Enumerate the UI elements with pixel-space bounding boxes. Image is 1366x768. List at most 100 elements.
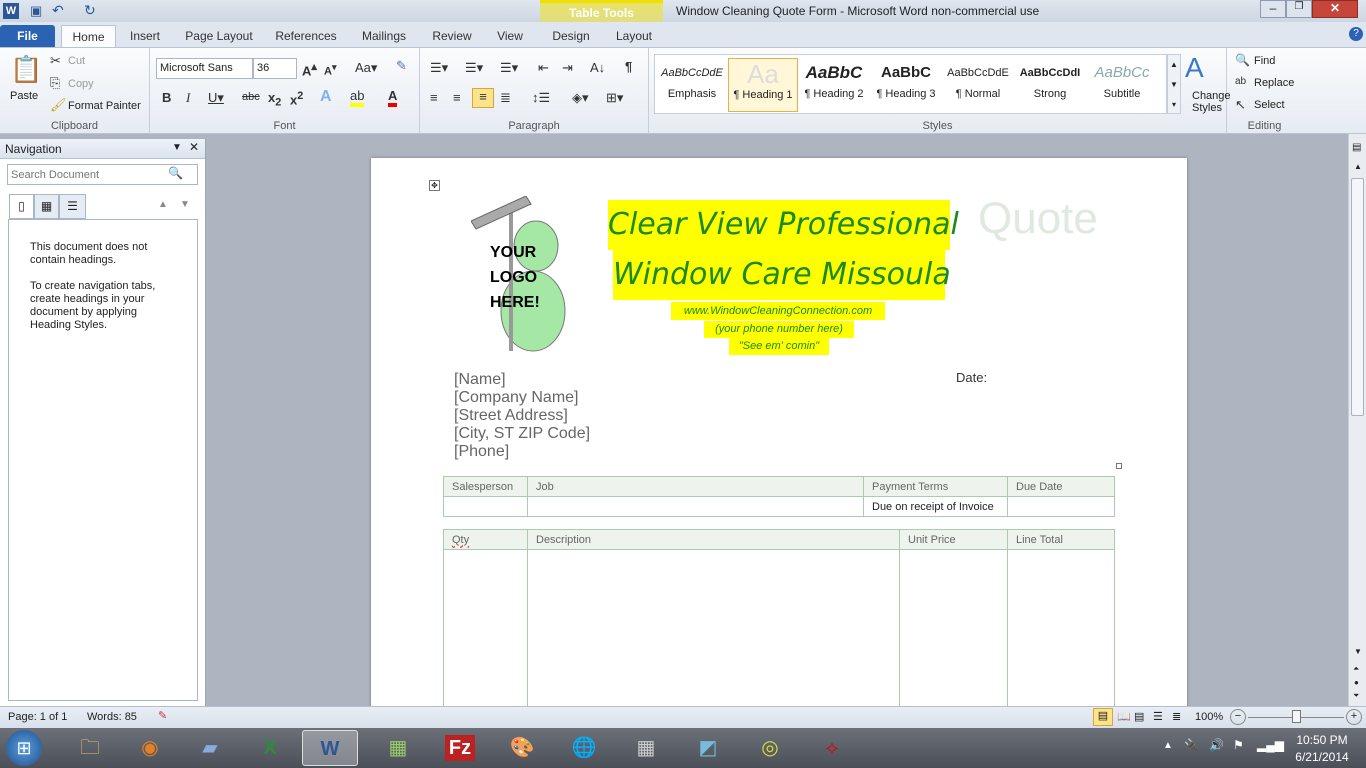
results-tab[interactable]: ☰: [59, 194, 86, 219]
font-name-select[interactable]: Microsoft Sans: [156, 58, 253, 79]
word-count[interactable]: Words: 85: [87, 711, 137, 723]
filezilla-taskbar-icon[interactable]: Fz: [432, 730, 488, 766]
tab-mailings[interactable]: Mailings: [352, 25, 416, 47]
font-size-select[interactable]: 36: [253, 58, 297, 79]
tab-page-layout[interactable]: Page Layout: [180, 25, 258, 47]
scroll-thumb[interactable]: [1351, 178, 1364, 416]
cut-button[interactable]: Cut: [68, 55, 85, 67]
tab-review[interactable]: Review: [426, 25, 478, 47]
copy-button[interactable]: Copy: [68, 78, 94, 90]
change-styles-icon[interactable]: A: [1185, 52, 1204, 84]
show-marks-icon[interactable]: ¶: [625, 59, 632, 74]
address-city[interactable]: [City, ST ZIP Code]: [454, 425, 590, 443]
pane-options-icon[interactable]: ▼: [172, 142, 182, 153]
excel-taskbar-icon[interactable]: X: [242, 730, 298, 766]
cell-due-date[interactable]: [1007, 496, 1115, 517]
save-icon[interactable]: ▣: [30, 3, 42, 19]
align-right-icon[interactable]: ≡: [472, 88, 494, 108]
multilevel-list-icon[interactable]: ☰▾: [500, 60, 518, 76]
address-company[interactable]: [Company Name]: [454, 389, 590, 407]
help-icon[interactable]: ?: [1349, 27, 1363, 41]
paste-icon[interactable]: 📋: [10, 54, 42, 85]
start-button[interactable]: ⊞: [6, 730, 42, 766]
shrink-font-icon[interactable]: A▾: [324, 62, 337, 78]
clock-time[interactable]: 10:50 PM: [1290, 733, 1354, 747]
tab-design[interactable]: Design: [545, 25, 597, 47]
chrome-taskbar-icon[interactable]: ◎: [742, 730, 798, 766]
scroll-down-icon[interactable]: ▼: [1354, 647, 1362, 656]
vertical-scrollbar[interactable]: ▤ ▲ ▼ ⏶ ● ⏷: [1348, 134, 1366, 706]
explorer-taskbar-icon[interactable]: 🗀: [62, 730, 118, 766]
proofing-icon[interactable]: ✎: [158, 709, 167, 722]
notes-taskbar-icon[interactable]: ▰: [182, 730, 238, 766]
increase-indent-icon[interactable]: ⇥: [562, 60, 573, 76]
font-color-icon[interactable]: A: [388, 88, 398, 107]
table-move-handle[interactable]: ✥: [429, 180, 440, 191]
word-taskbar-icon[interactable]: W: [302, 730, 358, 766]
ruler-toggle-icon[interactable]: ▤: [1352, 142, 1361, 153]
change-styles-button[interactable]: Change Styles: [1192, 90, 1231, 114]
maximize-button[interactable]: ❐: [1286, 0, 1312, 18]
tab-insert[interactable]: Insert: [122, 25, 168, 47]
draft-view-icon[interactable]: ≣: [1172, 710, 1181, 723]
shading-icon[interactable]: ◈▾: [572, 90, 589, 106]
underline-icon[interactable]: U▾: [208, 90, 224, 106]
style-heading-3[interactable]: AaBbC ¶ Heading 3: [871, 58, 941, 112]
bullets-icon[interactable]: ☰▾: [430, 60, 448, 76]
minimize-button[interactable]: –: [1260, 0, 1286, 18]
acrobat-taskbar-icon[interactable]: ⟡: [804, 730, 860, 766]
browse-object-icon[interactable]: ●: [1354, 678, 1359, 687]
pages-tab[interactable]: ▦: [34, 194, 59, 219]
word-icon[interactable]: W: [3, 3, 19, 19]
find-button[interactable]: Find: [1254, 55, 1275, 67]
tab-view[interactable]: View: [490, 25, 530, 47]
page-count[interactable]: Page: 1 of 1: [8, 711, 67, 723]
grow-font-icon[interactable]: A▴: [302, 60, 317, 78]
strikethrough-icon[interactable]: abc: [242, 91, 260, 103]
tab-references[interactable]: References: [270, 25, 342, 47]
align-center-icon[interactable]: ≡: [453, 90, 461, 105]
style-normal[interactable]: AaBbCcDdE ¶ Normal: [943, 58, 1013, 112]
cell-payment-terms[interactable]: Due on receipt of Invoice: [863, 496, 1008, 517]
close-button[interactable]: ✕: [1312, 0, 1358, 18]
text-effects-icon[interactable]: A: [320, 88, 332, 106]
redo-icon[interactable]: ↻: [84, 2, 96, 19]
style-emphasis[interactable]: AaBbCcDdE Emphasis: [657, 58, 727, 112]
tab-layout[interactable]: Layout: [606, 25, 662, 47]
power-icon[interactable]: 🔌: [1184, 738, 1199, 752]
address-phone[interactable]: [Phone]: [454, 443, 590, 461]
tab-file[interactable]: File: [0, 25, 55, 47]
cell-unit-price[interactable]: [899, 549, 1008, 706]
style-strong[interactable]: AaBbCcDdI Strong: [1015, 58, 1085, 112]
bold-icon[interactable]: B: [162, 90, 171, 105]
show-hidden-icons[interactable]: ▲: [1163, 740, 1173, 751]
style-subtitle[interactable]: AaBbCc Subtitle: [1087, 58, 1157, 112]
remote-desktop-taskbar-icon[interactable]: ◩: [680, 730, 736, 766]
align-left-icon[interactable]: ≡: [430, 90, 438, 105]
outline-view-icon[interactable]: ☰: [1153, 710, 1163, 723]
previous-result-icon[interactable]: ▲: [158, 199, 168, 210]
paste-button[interactable]: Paste: [10, 90, 38, 102]
style-heading-2[interactable]: AaBbC ¶ Heading 2: [799, 58, 869, 112]
superscript-icon[interactable]: x2: [290, 90, 303, 107]
borders-icon[interactable]: ⊞▾: [606, 90, 623, 106]
subscript-icon[interactable]: x2: [268, 90, 281, 109]
replace-button[interactable]: Replace: [1254, 77, 1294, 89]
cell-salesperson[interactable]: [443, 496, 528, 517]
previous-page-icon[interactable]: ⏶: [1353, 664, 1359, 674]
next-result-icon[interactable]: ▼: [180, 199, 190, 210]
search-icon[interactable]: 🔍: [168, 166, 183, 180]
address-name[interactable]: [Name]: [454, 371, 590, 389]
cell-description[interactable]: [527, 549, 900, 706]
document-page[interactable]: ✥ YOUR LOGO HERE! Clear View Professional …: [371, 158, 1187, 706]
style-heading-1[interactable]: Aa ¶ Heading 1: [728, 58, 798, 112]
zoom-slider-thumb[interactable]: [1292, 710, 1301, 723]
clock-date[interactable]: 6/21/2014: [1290, 750, 1354, 764]
cell-qty[interactable]: [443, 549, 528, 706]
table-resize-handle[interactable]: [1116, 463, 1122, 469]
sort-icon[interactable]: A↓: [590, 60, 605, 75]
change-case-icon[interactable]: Aa▾: [355, 60, 377, 76]
numbering-icon[interactable]: ☰▾: [465, 60, 483, 76]
action-center-icon[interactable]: ⚑: [1233, 738, 1244, 752]
print-layout-view-icon[interactable]: ▤: [1093, 708, 1113, 726]
